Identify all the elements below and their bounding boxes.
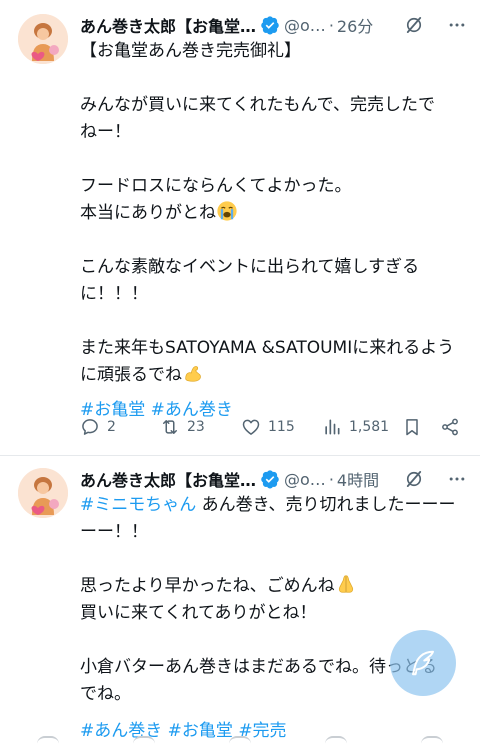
like-button[interactable]: 115 bbox=[241, 410, 295, 444]
text-line bbox=[80, 546, 472, 573]
text-line: こんな素敵なイベントに出られて嬉しすぎる bbox=[80, 257, 420, 277]
hashtag-link[interactable]: #ミニモちゃん bbox=[80, 495, 196, 515]
compose-icon bbox=[412, 650, 434, 676]
grok-icon[interactable] bbox=[404, 469, 424, 489]
timestamp[interactable]: 4時間 bbox=[337, 467, 379, 491]
repost-count: 23 bbox=[187, 419, 205, 435]
text-line: ーー！！ bbox=[80, 522, 148, 542]
text-line: 本当にありがとね bbox=[80, 200, 472, 227]
text-line bbox=[80, 146, 472, 173]
text-line bbox=[80, 227, 472, 254]
text-line: 思ったより早かったね、ごめんね bbox=[80, 573, 472, 600]
search-icon[interactable] bbox=[133, 736, 155, 744]
text-line: みんなが買いに来てくれたもんで、完売したで bbox=[80, 95, 435, 115]
text-line: #ミニモちゃん あん巻き、売り切れましたーーー bbox=[80, 492, 472, 519]
notifications-icon[interactable] bbox=[421, 736, 443, 744]
repost-icon bbox=[163, 420, 177, 434]
share-icon bbox=[442, 418, 458, 436]
text-line: 【お亀堂あん巻き完売御礼】 bbox=[80, 41, 301, 61]
views-count: 1,581 bbox=[349, 419, 390, 435]
loudly-crying-face-icon bbox=[217, 201, 237, 221]
bottom-navigation bbox=[0, 736, 480, 744]
grok-icon[interactable] bbox=[404, 15, 424, 35]
text-line: ねー！ bbox=[80, 122, 131, 142]
avatar[interactable] bbox=[18, 14, 68, 64]
text-line: に頑張るでね bbox=[80, 362, 472, 389]
handle[interactable]: @o… bbox=[284, 470, 326, 489]
grok-nav-icon[interactable] bbox=[229, 736, 251, 744]
text-line: に！！！ bbox=[80, 284, 148, 304]
display-name[interactable]: あん巻き太郎【お亀堂… bbox=[80, 13, 256, 37]
tweet-header: あん巻き太郎【お亀堂… @o… · 26分 bbox=[80, 12, 472, 38]
text-line-content: に頑張るでね bbox=[80, 365, 182, 385]
communities-icon[interactable] bbox=[325, 736, 347, 744]
text-line bbox=[80, 308, 472, 335]
text-line-content: あん巻き、売り切れましたーーー bbox=[196, 495, 456, 515]
text-line: 買いに来てくれてありがとね！ bbox=[80, 603, 317, 623]
compose-button[interactable] bbox=[390, 630, 456, 696]
text-line bbox=[80, 65, 472, 92]
more-icon[interactable] bbox=[446, 469, 468, 489]
views-icon bbox=[325, 419, 340, 435]
tweet-text: #ミニモちゃん あん巻き、売り切れましたーーー ーー！！ 思ったより早かったね、… bbox=[80, 492, 472, 744]
reply-button[interactable]: 2 bbox=[80, 410, 116, 444]
tweet[interactable]: あん巻き太郎【お亀堂… @o… · 26分 【お亀堂あん巻き完売御礼】 みんなが… bbox=[0, 0, 480, 456]
share-button[interactable] bbox=[440, 410, 460, 444]
like-count: 115 bbox=[268, 419, 295, 435]
display-name[interactable]: あん巻き太郎【お亀堂… bbox=[80, 467, 256, 491]
home-icon[interactable] bbox=[37, 736, 59, 744]
verified-icon bbox=[261, 16, 279, 35]
handle[interactable]: @o… bbox=[284, 16, 326, 35]
more-icon[interactable] bbox=[446, 15, 468, 35]
text-line-content: 思ったより早かったね、ごめんね bbox=[80, 576, 335, 596]
like-icon bbox=[242, 419, 260, 435]
reply-count: 2 bbox=[107, 419, 116, 435]
repost-button[interactable]: 23 bbox=[160, 410, 205, 444]
tweet[interactable]: あん巻き太郎【お亀堂… @o… · 4時間 #ミニモちゃん あん巻き、売り切れま… bbox=[0, 456, 480, 744]
bookmark-icon bbox=[406, 419, 418, 436]
avatar[interactable] bbox=[18, 468, 68, 518]
flexed-biceps-icon bbox=[185, 366, 201, 382]
time-separator: · bbox=[328, 15, 334, 35]
time-separator: · bbox=[328, 469, 334, 489]
tweet-header: あん巻き太郎【お亀堂… @o… · 4時間 bbox=[80, 466, 472, 492]
views-button[interactable]: 1,581 bbox=[322, 410, 389, 444]
reply-icon bbox=[82, 419, 98, 435]
timestamp[interactable]: 26分 bbox=[337, 13, 373, 37]
tweet-text: 【お亀堂あん巻き完売御礼】 みんなが買いに来てくれたもんで、完売したで ねー！ … bbox=[80, 38, 472, 424]
text-line-content: 本当にありがとね bbox=[80, 203, 216, 223]
text-line: また来年もSATOYAMA &SATOUMIに来れるよう bbox=[80, 338, 455, 358]
folded-hands-icon bbox=[338, 575, 353, 593]
verified-icon bbox=[261, 470, 279, 489]
action-bar: 2 23 115 1,581 bbox=[0, 410, 480, 444]
text-line: フードロスにならんくてよかった。 bbox=[80, 176, 352, 196]
bookmark-button[interactable] bbox=[402, 410, 422, 444]
